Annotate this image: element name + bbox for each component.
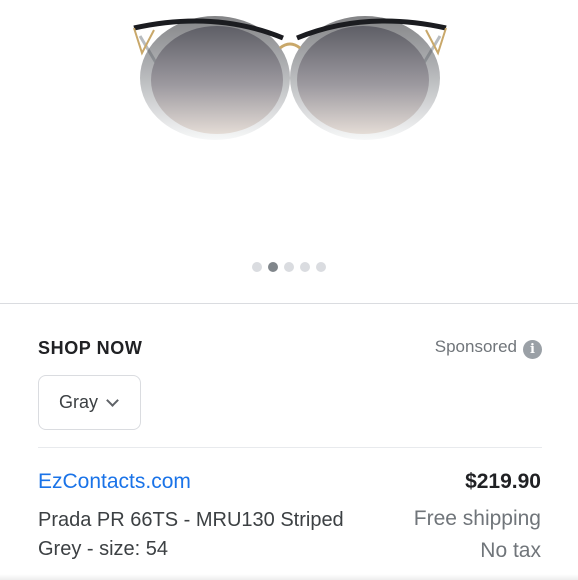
section-heading: SHOP NOW — [38, 338, 143, 358]
info-icon[interactable]: i — [523, 340, 542, 359]
color-filter-dropdown[interactable]: Gray — [38, 375, 141, 430]
sponsored-label[interactable]: Sponsored i — [435, 334, 542, 359]
tax-info: No tax — [480, 539, 541, 562]
product-image[interactable] — [0, 0, 578, 250]
carousel-dots[interactable] — [0, 262, 578, 272]
sunglasses-image — [133, 16, 447, 140]
divider — [38, 447, 542, 448]
carousel-dot-active[interactable] — [268, 262, 278, 272]
sponsored-text: Sponsored — [434, 336, 517, 356]
bottom-edge — [0, 574, 578, 580]
carousel-dot[interactable] — [252, 262, 262, 272]
carousel-dot[interactable] — [284, 262, 294, 272]
merchant-link[interactable]: EzContacts.com — [38, 470, 191, 494]
divider — [0, 303, 578, 304]
carousel-dot[interactable] — [316, 262, 326, 272]
chevron-down-icon — [106, 393, 119, 407]
shipping-info: Free shipping — [413, 507, 541, 530]
product-title[interactable]: Prada PR 66TS - MRU130 Striped Grey - si… — [38, 506, 383, 564]
carousel-dot[interactable] — [300, 262, 310, 272]
product-price: $219.90 — [465, 470, 541, 493]
color-filter-value: Gray — [59, 392, 99, 412]
